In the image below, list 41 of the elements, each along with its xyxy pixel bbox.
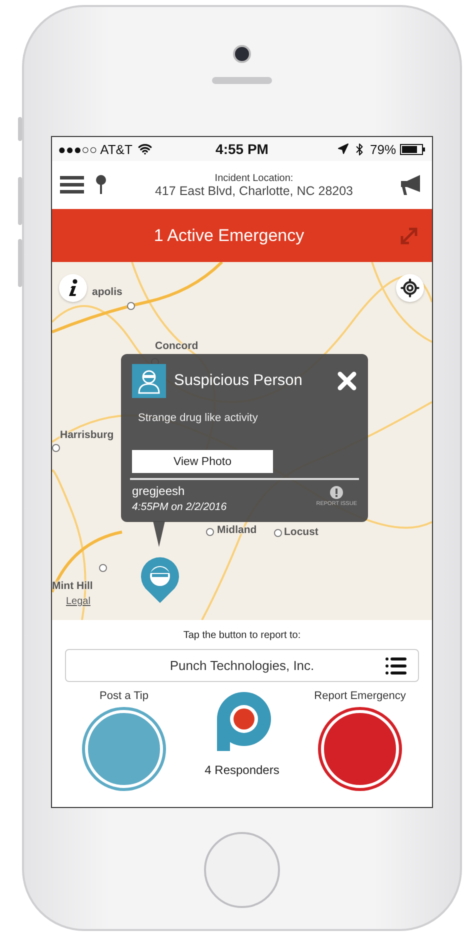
map-place-label: Locust <box>284 526 318 538</box>
popup-pointer <box>153 521 165 547</box>
speaker-grille <box>212 77 272 84</box>
crosshair-icon <box>400 278 420 298</box>
incident-map-pin[interactable] <box>140 557 180 603</box>
close-icon[interactable] <box>337 371 357 391</box>
action-label: Post a Tip <box>100 690 148 702</box>
camera-icon <box>233 45 251 63</box>
battery-percent: 79% <box>370 142 396 156</box>
incident-title: Suspicious Person <box>174 372 304 390</box>
report-timestamp: 4:55PM on 2/2/2016 <box>132 501 228 513</box>
locate-button[interactable] <box>396 274 424 302</box>
incident-location-label: Incident Location: <box>214 172 294 184</box>
map-pin-icon <box>94 174 108 196</box>
town-marker-icon <box>206 528 214 536</box>
active-emergency-title: 1 Active Emergency <box>152 226 306 246</box>
info-icon <box>68 279 78 297</box>
action-label: Report Emergency <box>314 690 406 702</box>
person-icon <box>132 364 166 398</box>
wifi-icon <box>138 142 152 156</box>
incident-address: 417 East Blvd, Charlotte, NC 28203 <box>154 184 354 198</box>
carrier-label: ●●●○○ AT&T <box>58 142 132 156</box>
info-button[interactable] <box>59 274 87 302</box>
responders-count: 4 Responders <box>204 763 280 777</box>
town-marker-icon <box>127 302 135 310</box>
organization-selector[interactable]: Punch Technologies, Inc. <box>65 649 419 682</box>
map-place-label: apolis <box>92 286 122 298</box>
clock-label: 4:55 PM <box>216 141 268 157</box>
view-photo-button[interactable]: View Photo <box>132 450 273 473</box>
exclamation-icon <box>330 486 344 499</box>
menu-icon[interactable] <box>60 175 84 195</box>
report-emergency-button[interactable] <box>321 710 399 788</box>
battery-icon <box>400 144 426 154</box>
town-marker-icon <box>274 529 282 537</box>
post-tip-button[interactable] <box>85 710 163 788</box>
emergency-banner[interactable]: 1 Active Emergency <box>52 209 432 262</box>
reporter-name: gregjeesh <box>132 484 186 498</box>
location-arrow-icon <box>336 143 349 155</box>
town-marker-icon <box>99 564 107 572</box>
incident-description: Strange drug like activity <box>138 412 259 424</box>
report-prompt: Tap the button to report to: <box>183 630 301 641</box>
